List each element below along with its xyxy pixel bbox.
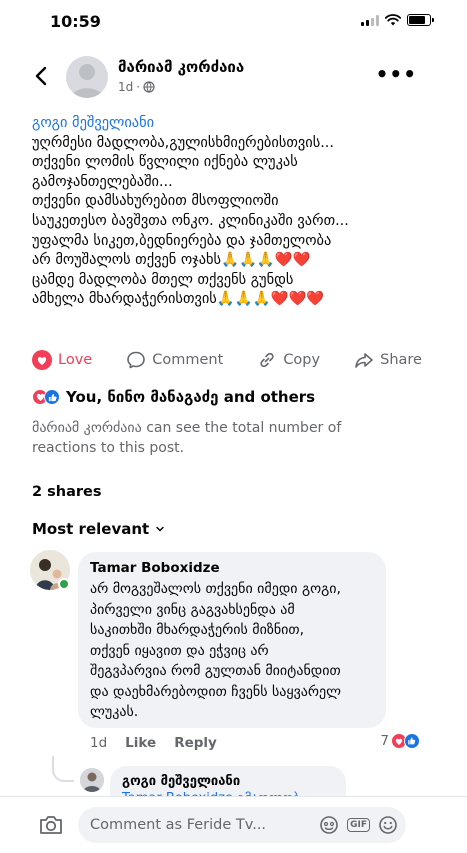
back-icon[interactable]	[30, 64, 54, 88]
reply-thread-line	[52, 756, 74, 782]
composer-icons: GIF	[319, 815, 406, 835]
comment-age: 1d	[90, 735, 108, 751]
post-line: არ მოუშალოს თქვენ ოჯახს🙏🙏🙏❤️❤️	[32, 252, 311, 269]
like-reaction-icon	[404, 733, 420, 749]
comment-line: და დაეხმარებოდით ჩვენს საყვარელ	[90, 683, 342, 700]
share-button[interactable]: Share	[354, 350, 422, 370]
author-name[interactable]: მარიამ კორძაია	[118, 58, 244, 76]
post-line: თქვენი ლომის წვლილი იქნება ლუკას	[32, 154, 298, 171]
share-label: Share	[380, 352, 422, 368]
status-icons	[361, 14, 434, 26]
post-line: გამოჯანთელებაში...	[32, 173, 173, 190]
comment-composer: Comment as Feride Tv... GIF	[0, 796, 467, 853]
meta-separator: ·	[136, 80, 141, 94]
emoji-icon[interactable]	[378, 815, 398, 835]
comment-input[interactable]: Comment as Feride Tv... GIF	[78, 807, 406, 843]
comment-line: არ მოგვეშალოს თქვენი იმედი გოგი,	[90, 581, 341, 597]
post-line: ცამდე მადლობა მთელ თქვენს გუნდს	[32, 271, 294, 288]
reaction-icons	[32, 389, 60, 405]
commenter-name[interactable]: Tamar Boboxidze	[90, 560, 374, 576]
status-time: 10:59	[50, 12, 101, 31]
globe-icon	[143, 81, 155, 93]
comment-reply-button[interactable]: Reply	[174, 735, 217, 751]
author-avatar[interactable]	[66, 56, 108, 98]
post-line: თქვენი დამსახურებით მსოფლიოში	[32, 193, 279, 210]
post-meta: 1d ·	[118, 80, 155, 94]
avatar-photo-icon	[80, 768, 104, 792]
comment-reactions[interactable]: 7	[380, 733, 420, 749]
post-header: მარიამ კორძაია 1d · •••	[0, 52, 467, 102]
link-icon	[260, 352, 274, 368]
love-label: Love	[58, 352, 93, 368]
wifi-icon	[385, 14, 401, 26]
post-actions: Love Comment Copy Share	[32, 346, 422, 374]
post-mention[interactable]: გოგი მეშველიანი	[32, 114, 432, 134]
more-options-icon[interactable]: •••	[376, 62, 417, 86]
chevron-down-icon	[156, 526, 164, 532]
post-line: უფალმა სიკეთ,ბედნიერება და ჯამთელობა	[32, 232, 332, 249]
reactions-note: მარიამ კორძაია can see the total number …	[32, 420, 342, 456]
love-button[interactable]: Love	[32, 350, 92, 370]
battery-icon	[407, 14, 434, 26]
comment-label: Comment	[152, 352, 224, 368]
copy-label: Copy	[283, 352, 321, 368]
comment-sort-dropdown[interactable]: Most relevant	[32, 520, 165, 538]
comment-line: თქვენ იყავით და ეჭვიც არ	[90, 642, 269, 659]
avatar-placeholder-icon	[71, 64, 103, 98]
comment-button[interactable]: Comment	[126, 350, 223, 370]
reply-avatar[interactable]	[80, 768, 104, 792]
status-bar: 10:59	[0, 0, 467, 44]
shares-count[interactable]: 2 shares	[32, 484, 102, 500]
comment-like-button[interactable]: Like	[125, 735, 156, 751]
comment-reaction-count: 7	[380, 733, 389, 749]
comment-input-placeholder: Comment as Feride Tv...	[90, 817, 267, 833]
comment-line: ლუკას.	[90, 704, 139, 720]
reply-author[interactable]: გოგი მეშველიანი	[122, 774, 334, 789]
comment-sort-label: Most relevant	[32, 520, 150, 538]
camera-icon[interactable]	[38, 813, 64, 837]
comment-meta: 1d Like Reply 7	[90, 733, 420, 751]
comment-line: შეგვპარვია რომ გულთან მიიტანდით	[90, 663, 341, 679]
post-line: ამხელა მხარდაჭერისთვის🙏🙏🙏❤️❤️❤️	[32, 291, 325, 308]
share-icon	[355, 353, 373, 368]
comment-icon	[127, 351, 146, 369]
post-age[interactable]: 1d	[118, 80, 133, 94]
avatar-sticker-icon[interactable]	[319, 815, 339, 835]
copy-button[interactable]: Copy	[257, 350, 320, 370]
online-status-badge	[58, 578, 70, 590]
gif-icon[interactable]: GIF	[347, 818, 370, 832]
post-line: უღრმესი მადლობა,გულისხმიერებისთვის...	[32, 134, 334, 151]
post-line: საუკეთესო ბავშვთა ონკო. კლინიკაში ვართ..…	[32, 212, 349, 229]
comment-line: პირველი ვინც გაგვახსენდა ამ	[90, 601, 295, 618]
reactions-summary[interactable]: You, ნინო მანაგაძე and others	[32, 388, 315, 406]
post-body: გოგი მეშველიანი უღრმესი მადლობა,გულისხმი…	[32, 114, 432, 310]
comment-line: საკითხში მხარდაჭერის მიზნით,	[90, 622, 305, 638]
comment-bubble[interactable]: Tamar Boboxidze არ მოგვეშალოს თქვენი იმე…	[78, 552, 386, 728]
signal-icon	[361, 14, 379, 26]
reactions-summary-text: You, ნინო მანაგაძე and others	[66, 388, 316, 406]
heart-icon	[32, 350, 52, 370]
like-reaction-icon	[44, 389, 60, 405]
